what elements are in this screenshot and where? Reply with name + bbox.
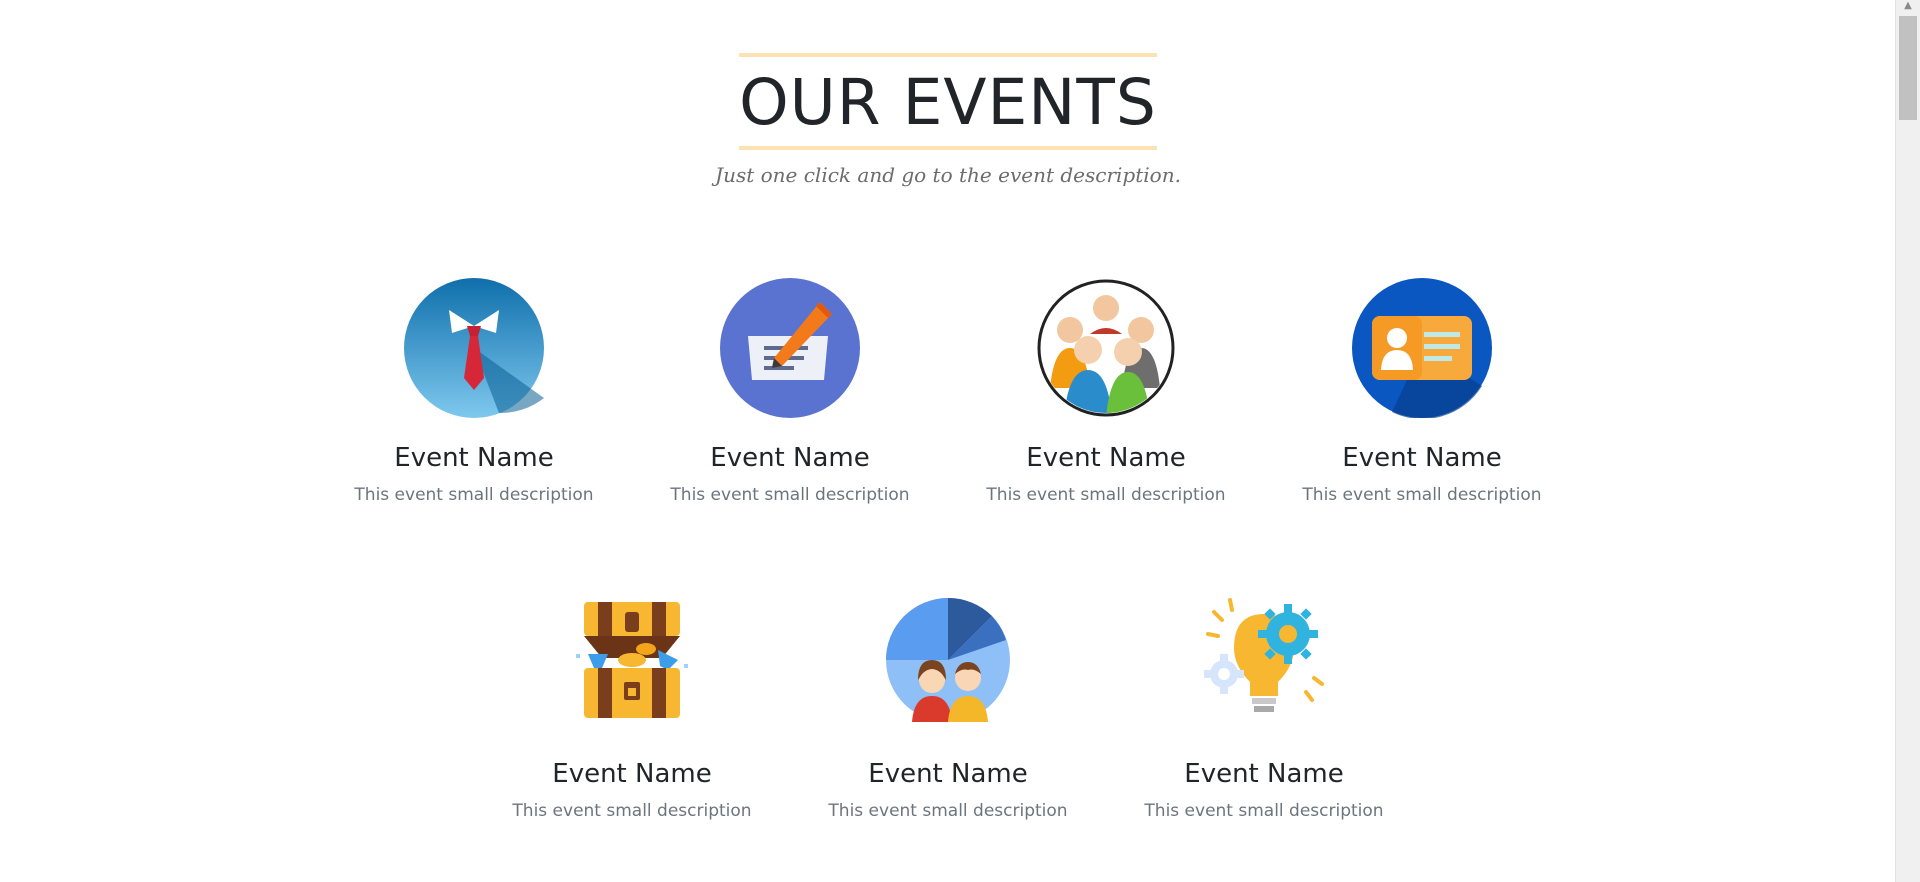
event-name: Event Name (394, 443, 554, 473)
events-row-2: Event Name This event small description … (0, 594, 1896, 823)
events-page: OUR EVENTS Just one click and go to the … (0, 0, 1896, 882)
scroll-up-arrow-icon[interactable]: ▲ (1896, 0, 1920, 14)
event-card[interactable]: Event Name This event small description (948, 278, 1264, 507)
event-card[interactable]: Event Name This event small description (632, 278, 948, 507)
event-description: This event small description (354, 485, 594, 505)
event-card[interactable]: Event Name This event small description (1106, 594, 1422, 823)
scrollbar-thumb[interactable] (1899, 16, 1917, 120)
title-border-frame: OUR EVENTS (739, 53, 1157, 150)
idea-bulb-gears-icon (1204, 598, 1324, 712)
event-description: This event small description (670, 485, 910, 505)
event-name: Event Name (1184, 759, 1344, 789)
event-card[interactable]: Event Name This event small description (1264, 278, 1580, 507)
events-header: OUR EVENTS Just one click and go to the … (0, 53, 1896, 187)
id-card-icon (1352, 278, 1492, 418)
event-name: Event Name (710, 443, 870, 473)
event-name: Event Name (1342, 443, 1502, 473)
business-tie-icon (404, 278, 544, 418)
event-description: This event small description (828, 801, 1068, 821)
vertical-scrollbar[interactable]: ▲ (1895, 0, 1920, 882)
writing-pen-icon (720, 278, 860, 418)
event-card[interactable]: Event Name This event small description (316, 278, 632, 507)
team-people-icon (1037, 279, 1175, 417)
events-row-1: Event Name This event small description … (0, 278, 1896, 507)
page-subtitle: Just one click and go to the event descr… (715, 163, 1181, 187)
event-name: Event Name (552, 759, 712, 789)
event-name: Event Name (1026, 443, 1186, 473)
page-title: OUR EVENTS (739, 66, 1157, 139)
pie-chart-people-icon (886, 597, 1010, 722)
event-description: This event small description (1144, 801, 1384, 821)
event-card[interactable]: Event Name This event small description (474, 594, 790, 823)
treasure-chest-icon (576, 602, 688, 718)
event-description: This event small description (512, 801, 752, 821)
event-description: This event small description (1302, 485, 1542, 505)
event-name: Event Name (868, 759, 1028, 789)
event-description: This event small description (986, 485, 1226, 505)
event-card[interactable]: Event Name This event small description (790, 594, 1106, 823)
